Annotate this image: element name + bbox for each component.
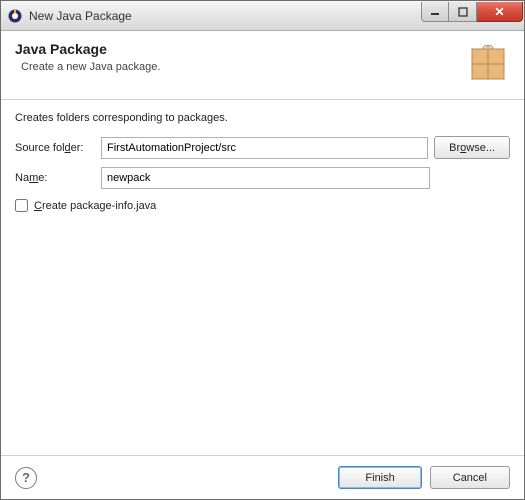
header-title: Java Package: [15, 41, 456, 57]
window-controls: [421, 2, 523, 22]
source-folder-label: Source folder:: [15, 142, 95, 154]
package-icon: [466, 41, 510, 85]
browse-button[interactable]: Browse...: [434, 136, 510, 159]
form-area: Creates folders corresponding to package…: [1, 100, 524, 455]
header-subtitle: Create a new Java package.: [21, 61, 456, 73]
minimize-button[interactable]: [421, 2, 449, 22]
create-package-info-label[interactable]: Create package-info.java: [34, 200, 156, 212]
form-description: Creates folders corresponding to package…: [15, 112, 510, 124]
close-button[interactable]: [477, 2, 523, 22]
finish-button[interactable]: Finish: [338, 466, 421, 489]
package-info-row: Create package-info.java: [15, 199, 510, 212]
source-folder-input[interactable]: [101, 137, 428, 159]
window-title: New Java Package: [29, 9, 421, 23]
button-bar: ? Finish Cancel: [1, 455, 524, 499]
titlebar[interactable]: New Java Package: [1, 1, 524, 31]
maximize-button[interactable]: [449, 2, 477, 22]
app-icon: [7, 8, 23, 24]
name-input[interactable]: [101, 167, 430, 189]
create-package-info-checkbox[interactable]: [15, 199, 28, 212]
minimize-icon: [430, 7, 440, 17]
help-icon: ?: [22, 470, 30, 485]
dialog-window: New Java Package Java Package Create a n…: [0, 0, 525, 500]
name-row: Name:: [15, 167, 510, 189]
maximize-icon: [458, 7, 468, 17]
help-button[interactable]: ?: [15, 467, 37, 489]
cancel-button[interactable]: Cancel: [430, 466, 510, 489]
close-icon: [494, 6, 505, 17]
source-folder-row: Source folder: Browse...: [15, 136, 510, 159]
dialog-header: Java Package Create a new Java package.: [1, 31, 524, 100]
name-label: Name:: [15, 172, 95, 184]
